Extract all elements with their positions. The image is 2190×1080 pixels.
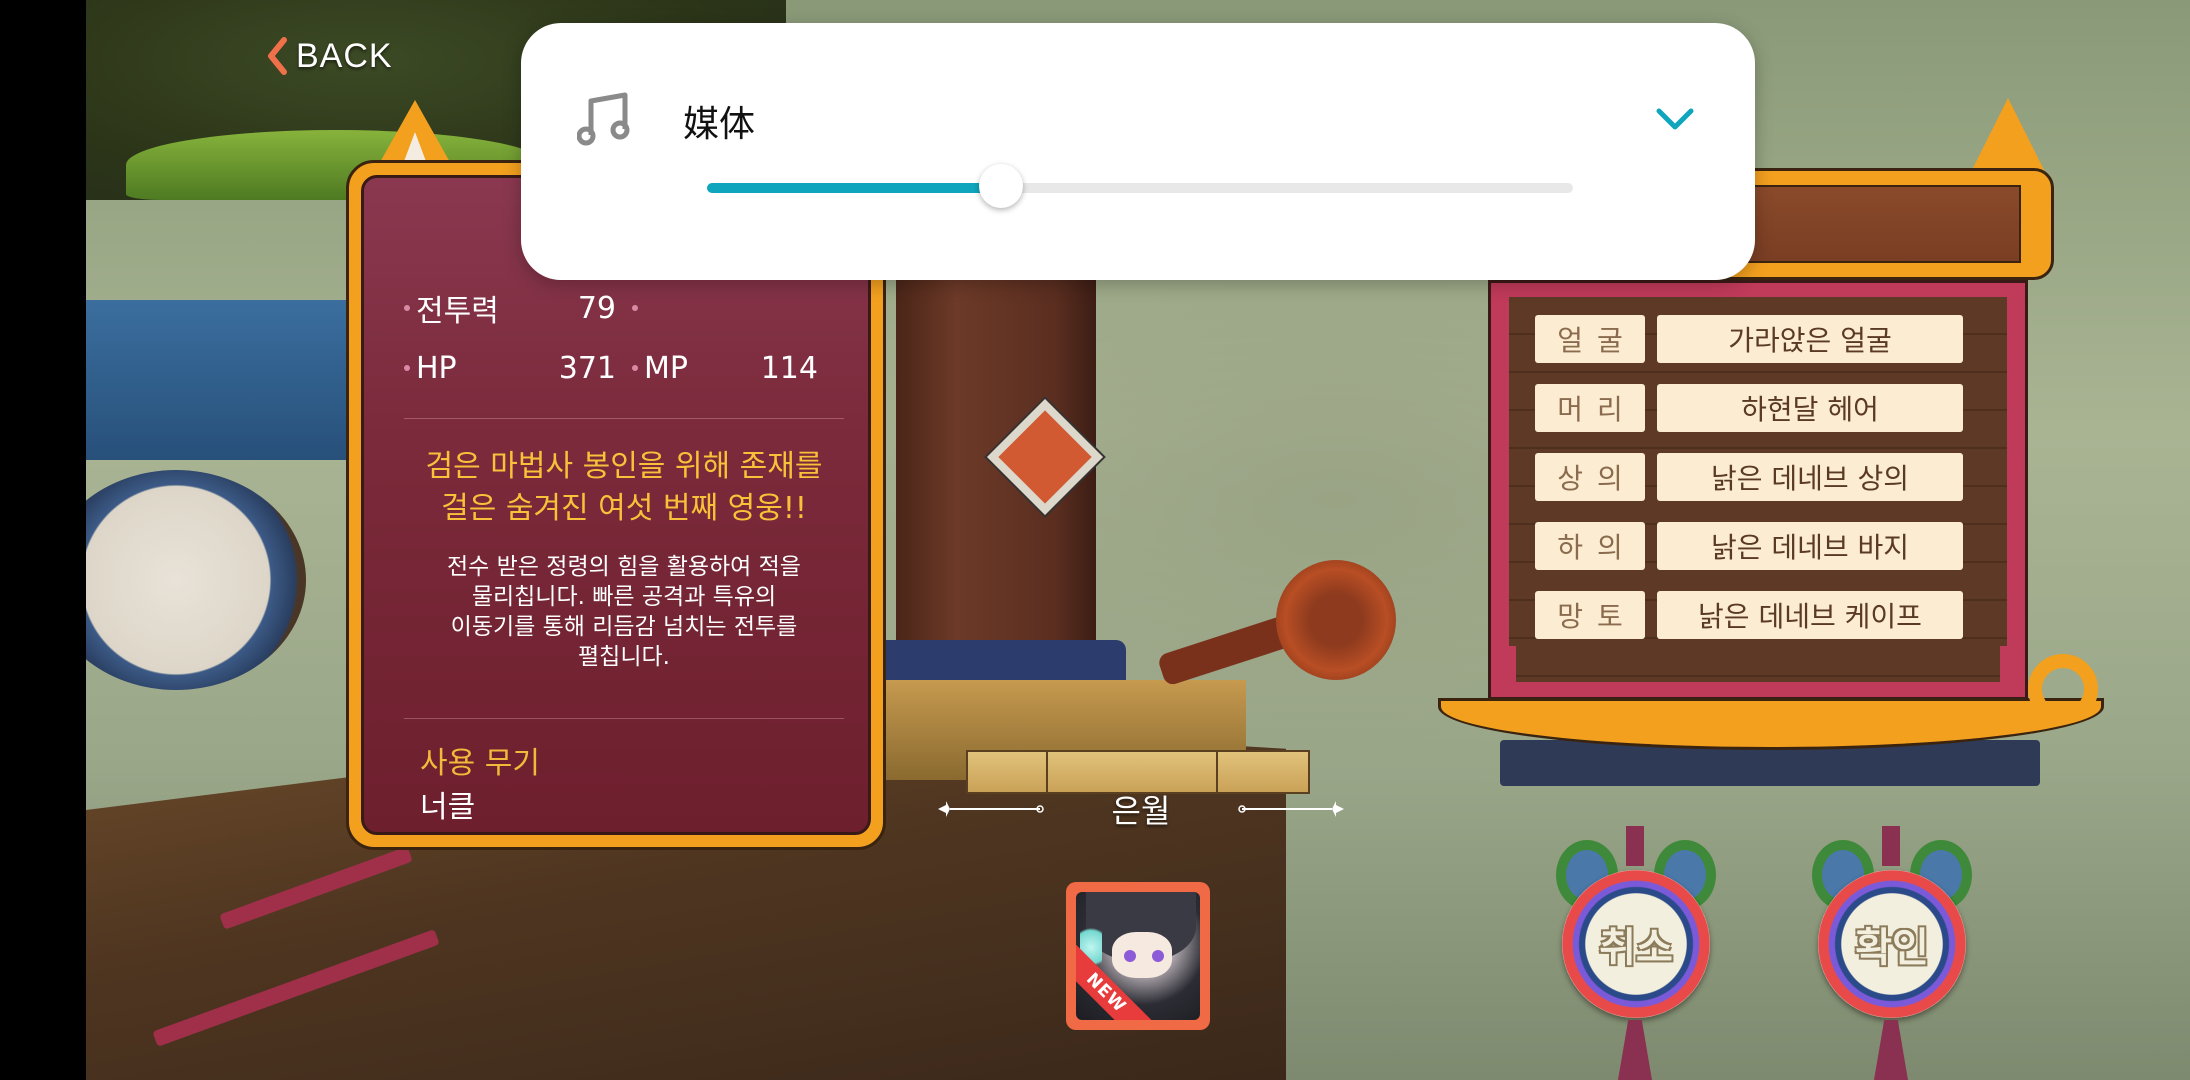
costume-row-cape: 망토 낡은 데네브 케이프 bbox=[1535, 591, 1975, 639]
costume-value-top[interactable]: 낡은 데네브 상의 bbox=[1657, 453, 1963, 501]
bullet-dot bbox=[632, 365, 638, 371]
costume-label: 얼굴 bbox=[1535, 315, 1645, 363]
drum-tassel bbox=[1874, 1020, 1908, 1080]
confirm-label: 확인 bbox=[1855, 925, 1929, 971]
costume-value-bottom[interactable]: 낡은 데네브 바지 bbox=[1657, 522, 1963, 570]
stats-block: 전투력 79 HP 371 MP 114 bbox=[404, 278, 824, 398]
class-name: 은월 bbox=[1111, 792, 1171, 830]
weapon-value: 너클 bbox=[420, 790, 476, 825]
stat-row-hp-mp: HP 371 MP 114 bbox=[404, 338, 824, 398]
costume-label: 상의 bbox=[1535, 453, 1645, 501]
costume-value-hair[interactable]: 하현달 헤어 bbox=[1657, 384, 1963, 432]
costume-label: 하의 bbox=[1535, 522, 1645, 570]
description-line: 이동기를 통해 리듬감 넘치는 전투를 bbox=[450, 614, 798, 640]
description-line: 펼칩니다. bbox=[578, 644, 670, 670]
volume-slider[interactable] bbox=[707, 164, 1573, 208]
stat-value-hp: 371 bbox=[558, 350, 616, 386]
stat-row-power: 전투력 79 bbox=[404, 278, 824, 338]
panel-curl-ornament bbox=[2028, 654, 2098, 724]
confirm-button[interactable]: 확인 bbox=[1812, 826, 1972, 1080]
drum-tassel bbox=[1618, 1020, 1652, 1080]
costume-label: 머리 bbox=[1535, 384, 1645, 432]
portrait-eye bbox=[1124, 950, 1136, 962]
stat-value: 79 bbox=[577, 290, 616, 326]
class-name-banner: 은월 bbox=[936, 786, 1346, 832]
costume-row-top: 상의 낡은 데네브 상의 bbox=[1535, 453, 1975, 501]
weapon-label: 사용 무기 bbox=[420, 746, 540, 781]
stat-label: 전투력 bbox=[416, 294, 499, 329]
stat-value-mp: 114 bbox=[760, 350, 818, 386]
back-label: BACK bbox=[296, 36, 393, 75]
background-scroll-curl bbox=[1276, 560, 1396, 680]
volume-slider-fill bbox=[707, 183, 1002, 193]
chevron-left-icon bbox=[268, 37, 287, 75]
costume-row-bottom: 하의 낡은 데네브 바지 bbox=[1535, 522, 1975, 570]
class-portrait-card[interactable]: NEW bbox=[1066, 882, 1210, 1030]
music-note-icon bbox=[577, 92, 630, 146]
cancel-button[interactable]: 취소 bbox=[1556, 826, 1716, 1080]
background-emblem-disc bbox=[86, 470, 306, 690]
fleur-ornament-right-icon bbox=[1238, 801, 1344, 817]
cancel-label: 취소 bbox=[1599, 925, 1673, 971]
fret-ornament bbox=[1508, 646, 2008, 690]
bullet-dot bbox=[632, 305, 638, 311]
drum-stick bbox=[1882, 826, 1900, 866]
stat-label-hp: HP bbox=[416, 350, 457, 386]
description-line: 물리칩니다. 빠른 공격과 특유의 bbox=[471, 584, 777, 610]
fleur-ornament-left-icon bbox=[938, 801, 1044, 817]
drum-face: 취소 bbox=[1562, 870, 1710, 1018]
costume-value-cape[interactable]: 낡은 데네브 케이프 bbox=[1657, 591, 1963, 639]
volume-stream-label: 媒体 bbox=[683, 104, 756, 145]
bullet-dot bbox=[404, 305, 410, 311]
headline-line: 검은 마법사 봉인을 위해 존재를 bbox=[425, 449, 823, 484]
drum-stick bbox=[1626, 826, 1644, 866]
divider bbox=[404, 418, 844, 419]
volume-overlay-panel: 媒体 bbox=[521, 23, 1755, 280]
costume-value-face[interactable]: 가라앉은 얼굴 bbox=[1657, 315, 1963, 363]
back-button[interactable]: BACK bbox=[266, 36, 393, 76]
chevron-down-icon[interactable] bbox=[1653, 99, 1697, 139]
stat-label-mp: MP bbox=[644, 350, 688, 386]
bullet-dot bbox=[404, 365, 410, 371]
volume-slider-thumb[interactable] bbox=[979, 164, 1024, 208]
costume-row-face: 얼굴 가라앉은 얼굴 bbox=[1535, 315, 1975, 363]
costume-label: 망토 bbox=[1535, 591, 1645, 639]
divider bbox=[404, 718, 844, 719]
headline-line: 걸은 숨겨진 여섯 번째 영웅!! bbox=[441, 491, 807, 526]
drum-face: 확인 bbox=[1818, 870, 1966, 1018]
class-description: 전수 받은 정령의 힘을 활용하여 적을 물리칩니다. 빠른 공격과 특유의 이… bbox=[404, 552, 844, 672]
costume-row-hair: 머리 하현달 헤어 bbox=[1535, 384, 1975, 432]
costume-list: 얼굴 가라앉은 얼굴 머리 하현달 헤어 상의 낡은 데네브 상의 하의 낡은 … bbox=[1535, 315, 1975, 660]
class-headline: 검은 마법사 봉인을 위해 존재를 걸은 숨겨진 여섯 번째 영웅!! bbox=[384, 446, 864, 530]
portrait-eye bbox=[1152, 950, 1164, 962]
description-line: 전수 받은 정령의 힘을 활용하여 적을 bbox=[447, 554, 801, 580]
